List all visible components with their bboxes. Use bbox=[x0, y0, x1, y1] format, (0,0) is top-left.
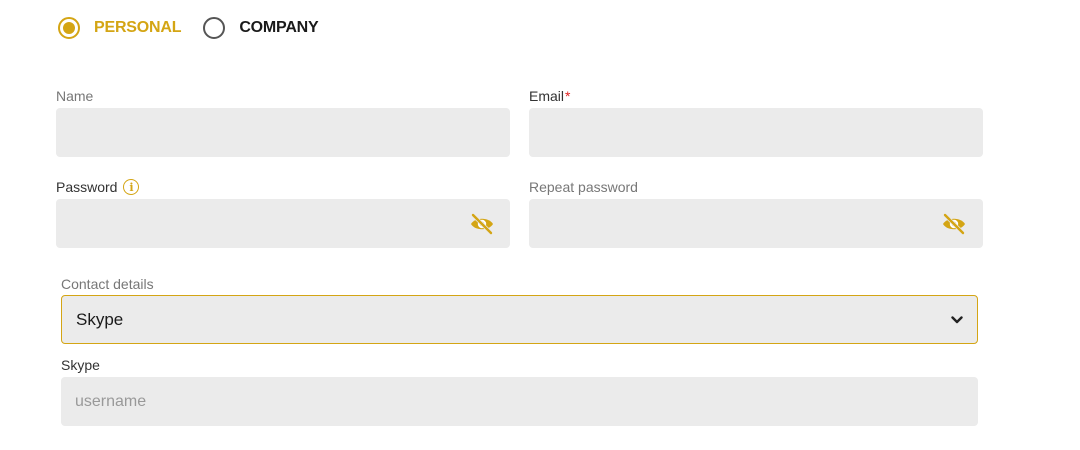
account-type-selector: PERSONAL COMPANY bbox=[58, 17, 341, 39]
radio-company-label[interactable]: COMPANY bbox=[239, 19, 318, 37]
contact-details-select[interactable]: Skype bbox=[61, 295, 978, 344]
contact-details-label-text: Contact details bbox=[61, 276, 154, 292]
name-label-text: Name bbox=[56, 88, 94, 104]
radio-personal[interactable]: PERSONAL bbox=[58, 17, 182, 39]
radio-personal-circle[interactable] bbox=[58, 17, 80, 39]
skype-username-input[interactable] bbox=[61, 377, 978, 426]
chevron-down-icon[interactable] bbox=[951, 311, 963, 329]
password-label: Password i bbox=[56, 179, 140, 195]
radio-company[interactable]: COMPANY bbox=[203, 17, 319, 39]
email-label-text: Email bbox=[529, 88, 565, 104]
skype-label-text: Skype bbox=[61, 357, 100, 373]
password-input[interactable] bbox=[56, 199, 510, 248]
contact-details-selected-value: Skype bbox=[76, 309, 124, 329]
name-label: Name bbox=[56, 88, 93, 104]
radio-selected-dot bbox=[63, 22, 75, 34]
registration-form: PERSONAL COMPANY Name Email * Password i … bbox=[0, 0, 1080, 450]
radio-personal-label[interactable]: PERSONAL bbox=[94, 19, 182, 37]
eye-off-icon[interactable] bbox=[469, 213, 495, 235]
skype-label: Skype bbox=[61, 357, 100, 373]
radio-company-circle[interactable] bbox=[203, 17, 226, 39]
repeat-password-input[interactable] bbox=[529, 199, 983, 248]
email-input[interactable] bbox=[529, 108, 983, 157]
required-marker: * bbox=[565, 88, 571, 104]
email-label: Email * bbox=[529, 88, 570, 104]
repeat-password-label: Repeat password bbox=[529, 179, 638, 195]
name-input[interactable] bbox=[56, 108, 510, 157]
repeat-password-label-text: Repeat password bbox=[529, 179, 638, 195]
info-icon[interactable]: i bbox=[123, 179, 140, 195]
eye-off-icon[interactable] bbox=[941, 213, 967, 235]
password-label-text: Password bbox=[56, 179, 118, 195]
contact-details-label: Contact details bbox=[61, 276, 154, 292]
